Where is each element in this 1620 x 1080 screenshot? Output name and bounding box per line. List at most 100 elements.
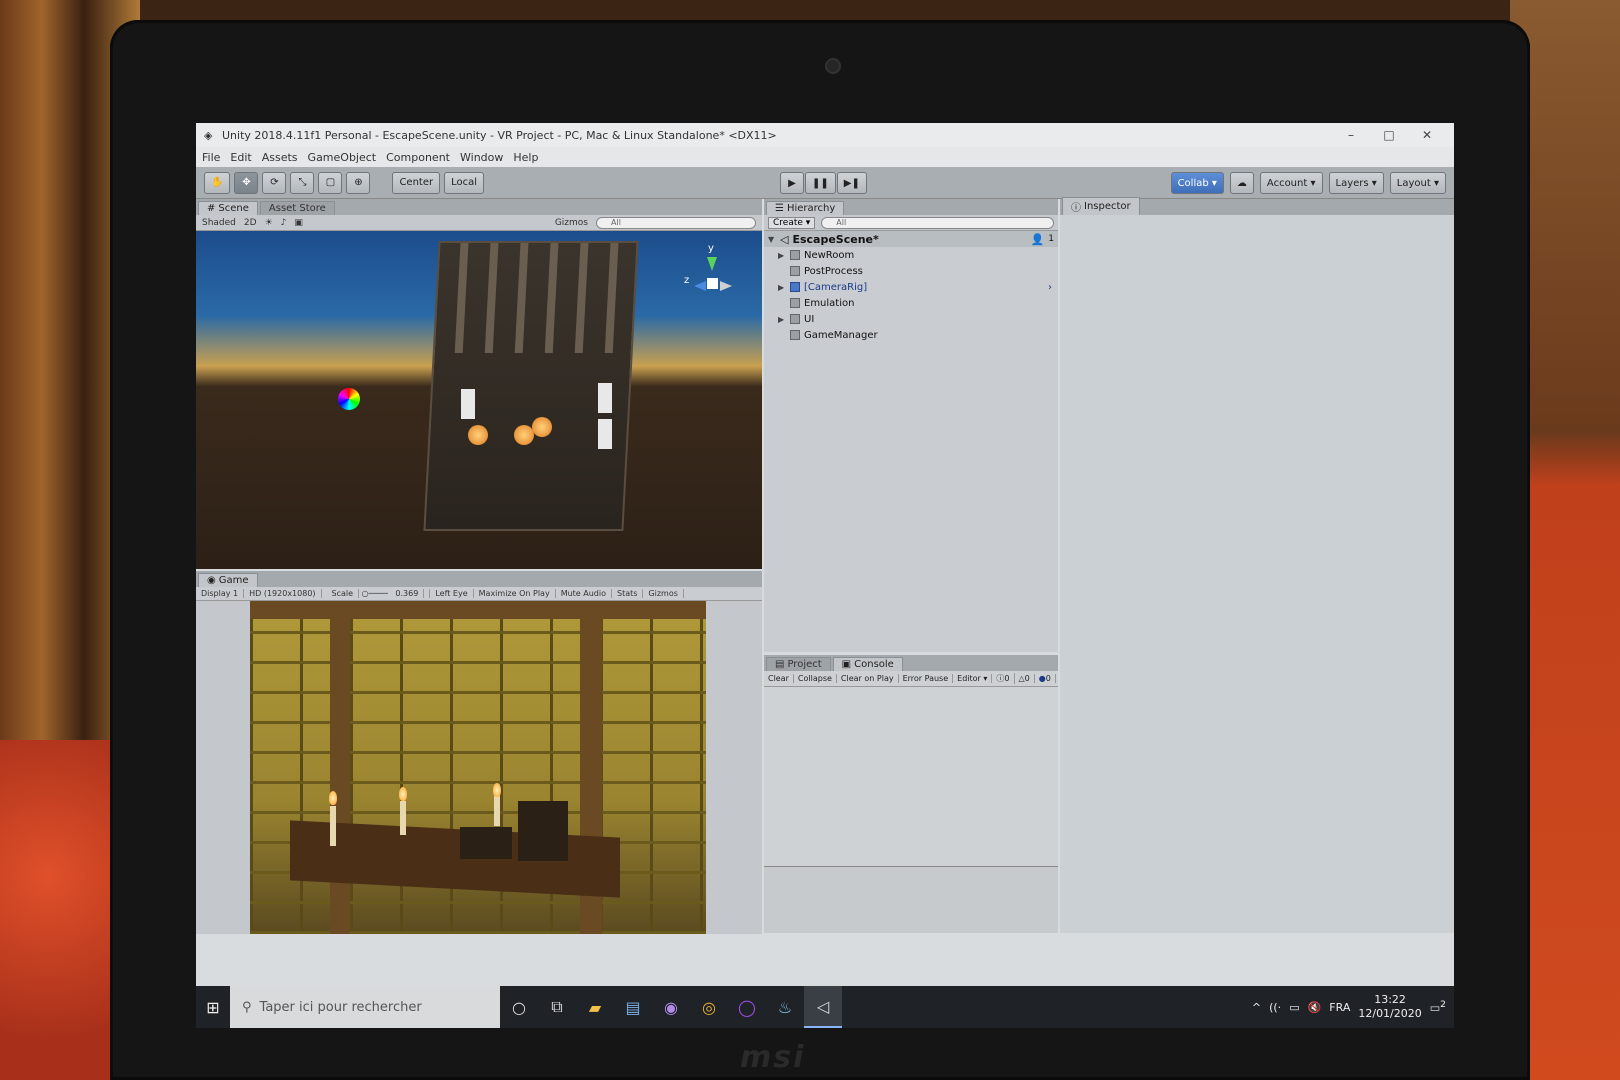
tab-hierarchy[interactable]: ☰ Hierarchy — [766, 201, 845, 215]
rect-tool-button[interactable]: ▢ — [318, 171, 343, 194]
minimize-button[interactable]: – — [1332, 128, 1370, 142]
hand-tool-button[interactable]: ✋ — [204, 171, 231, 194]
maximize-on-play-toggle[interactable]: Maximize On Play — [474, 589, 556, 598]
menu-edit[interactable]: Edit — [230, 151, 251, 164]
eye-dropdown[interactable]: Left Eye — [430, 589, 474, 598]
scene-search-input[interactable]: All — [596, 216, 756, 229]
menu-gameobject[interactable]: GameObject — [308, 151, 377, 164]
hierarchy-item-gamemanager[interactable]: GameManager — [764, 327, 1058, 343]
pivot-local-button[interactable]: Local — [444, 171, 485, 194]
taskbar-search[interactable]: ⚲ Taper ici pour rechercher — [230, 986, 500, 1028]
pause-button[interactable]: ❚❚ — [805, 172, 836, 194]
scene-viewport[interactable]: y z — [196, 231, 762, 569]
menu-component[interactable]: Component — [386, 151, 450, 164]
hierarchy-item-camerarig[interactable]: ▶ [CameraRig] › — [764, 279, 1058, 295]
language-indicator[interactable]: FRA — [1329, 1001, 1350, 1014]
mute-audio-toggle[interactable]: Mute Audio — [556, 589, 612, 598]
gizmo-z-cone[interactable] — [694, 281, 706, 291]
editor-dropdown[interactable]: Editor ▾ — [953, 674, 993, 683]
scene-root[interactable]: ▼ ◁ EscapeScene* 👤 1 — [764, 231, 1058, 247]
expand-arrow-icon[interactable]: ▶ — [778, 283, 786, 292]
log-filter-toggle[interactable]: ⓘ0 — [992, 673, 1015, 684]
hierarchy-item-postprocess[interactable]: PostProcess — [764, 263, 1058, 279]
tab-asset-store[interactable]: Asset Store — [259, 201, 335, 215]
tab-scene[interactable]: # Scene — [198, 201, 258, 215]
gizmo-y-cone[interactable] — [707, 257, 717, 271]
play-button[interactable]: ▶ — [780, 172, 804, 194]
prefab-arrow-icon[interactable]: › — [1048, 282, 1058, 293]
transform-tool-button[interactable]: ⊕ — [346, 171, 371, 194]
shading-mode-dropdown[interactable]: Shaded — [202, 218, 236, 228]
step-button[interactable]: ▶❚ — [836, 172, 867, 194]
error-icon: ● — [1038, 674, 1046, 683]
layers-dropdown[interactable]: Layers ▾ — [1328, 172, 1384, 194]
clear-on-play-toggle[interactable]: Clear on Play — [837, 674, 899, 683]
expand-arrow-icon[interactable]: ▼ — [768, 235, 776, 244]
maximize-button[interactable]: □ — [1370, 128, 1408, 142]
hierarchy-item-ui[interactable]: ▶ UI — [764, 311, 1058, 327]
github-desktop-button[interactable]: ◉ — [652, 986, 690, 1028]
expand-arrow-icon[interactable]: ▶ — [778, 315, 786, 324]
unity-taskbar-button[interactable]: ◁ — [804, 986, 842, 1028]
volume-muted-icon[interactable]: 🔇 — [1308, 1001, 1322, 1014]
collapse-toggle[interactable]: Collapse — [794, 674, 837, 683]
steam-button[interactable]: ♨ — [766, 986, 804, 1028]
network-icon[interactable]: ((· — [1269, 1001, 1281, 1014]
tab-inspector[interactable]: ⓘ Inspector — [1062, 197, 1140, 215]
resolution-dropdown[interactable]: HD (1920x1080) — [244, 589, 322, 598]
game-viewport[interactable] — [250, 601, 706, 934]
gizmo-axis-y[interactable]: y — [708, 243, 714, 254]
battery-icon[interactable]: ▭ — [1289, 1001, 1299, 1014]
tab-game[interactable]: ◉ Game — [198, 573, 258, 587]
menu-file[interactable]: File — [202, 151, 220, 164]
display-dropdown[interactable]: Display 1 — [196, 589, 245, 598]
create-dropdown[interactable]: Create ▾ — [768, 216, 816, 229]
pivot-center-button[interactable]: Center — [392, 171, 441, 194]
menu-assets[interactable]: Assets — [262, 151, 298, 164]
gizmo-x-cone[interactable] — [720, 281, 732, 291]
notepad-button[interactable]: ▤ — [614, 986, 652, 1028]
scale-tool-button[interactable]: ⤡ — [290, 171, 315, 194]
tray-chevron-icon[interactable]: ^ — [1252, 1001, 1261, 1014]
collab-button[interactable]: Collab ▾ — [1170, 172, 1224, 194]
menu-window[interactable]: Window — [460, 151, 503, 164]
start-button[interactable]: ⊞ — [196, 986, 230, 1028]
warning-filter-toggle[interactable]: △0 — [1015, 674, 1035, 683]
candle-flame — [329, 791, 337, 805]
task-view-button[interactable]: ⧉ — [538, 986, 576, 1028]
scene-gizmos-dropdown[interactable]: Gizmos — [555, 218, 588, 228]
hierarchy-item-emulation[interactable]: Emulation — [764, 295, 1058, 311]
account-dropdown[interactable]: Account ▾ — [1259, 172, 1323, 194]
move-tool-button[interactable]: ✥ — [234, 171, 259, 194]
menu-help[interactable]: Help — [513, 151, 538, 164]
clear-button[interactable]: Clear — [764, 674, 794, 683]
effects-toggle-icon[interactable]: ▣ — [294, 218, 303, 228]
lighting-toggle-icon[interactable]: ☀ — [265, 218, 273, 228]
2d-toggle[interactable]: 2D — [244, 218, 257, 228]
tab-console[interactable]: ▣ Console — [832, 657, 903, 671]
audio-toggle-icon[interactable]: ♪ — [281, 218, 287, 228]
chrome-button[interactable]: ◎ — [690, 986, 728, 1028]
clock[interactable]: 13:22 12/01/2020 — [1358, 993, 1421, 1021]
console-log-area[interactable] — [764, 687, 1058, 867]
hierarchy-search-input[interactable]: All — [821, 216, 1054, 229]
hierarchy-item-newroom[interactable]: ▶ NewRoom — [764, 247, 1058, 263]
app-button[interactable]: ◯ — [728, 986, 766, 1028]
tab-project[interactable]: ▤ Project — [766, 657, 831, 671]
layout-dropdown[interactable]: Layout ▾ — [1389, 172, 1446, 194]
rotate-tool-button[interactable]: ⟳ — [262, 171, 287, 194]
file-explorer-button[interactable]: ▰ — [576, 986, 614, 1028]
expand-arrow-icon[interactable]: ▶ — [778, 251, 786, 260]
error-pause-toggle[interactable]: Error Pause — [899, 674, 954, 683]
game-gizmos-dropdown[interactable]: Gizmos — [643, 589, 684, 598]
orientation-gizmo[interactable]: y z — [682, 243, 742, 313]
cortana-button[interactable]: ○ — [500, 986, 538, 1028]
close-button[interactable]: ✕ — [1408, 128, 1446, 142]
error-filter-toggle[interactable]: ●0 — [1035, 674, 1056, 683]
stats-toggle[interactable]: Stats — [612, 589, 644, 598]
notification-center-icon[interactable]: ▭2 — [1430, 999, 1446, 1015]
scale-slider[interactable]: Scale ○──── 0.369 — [322, 589, 431, 598]
gizmo-center-cube[interactable] — [707, 278, 718, 289]
cloud-button[interactable]: ☁ — [1229, 172, 1254, 194]
gizmo-axis-z[interactable]: z — [684, 275, 689, 286]
